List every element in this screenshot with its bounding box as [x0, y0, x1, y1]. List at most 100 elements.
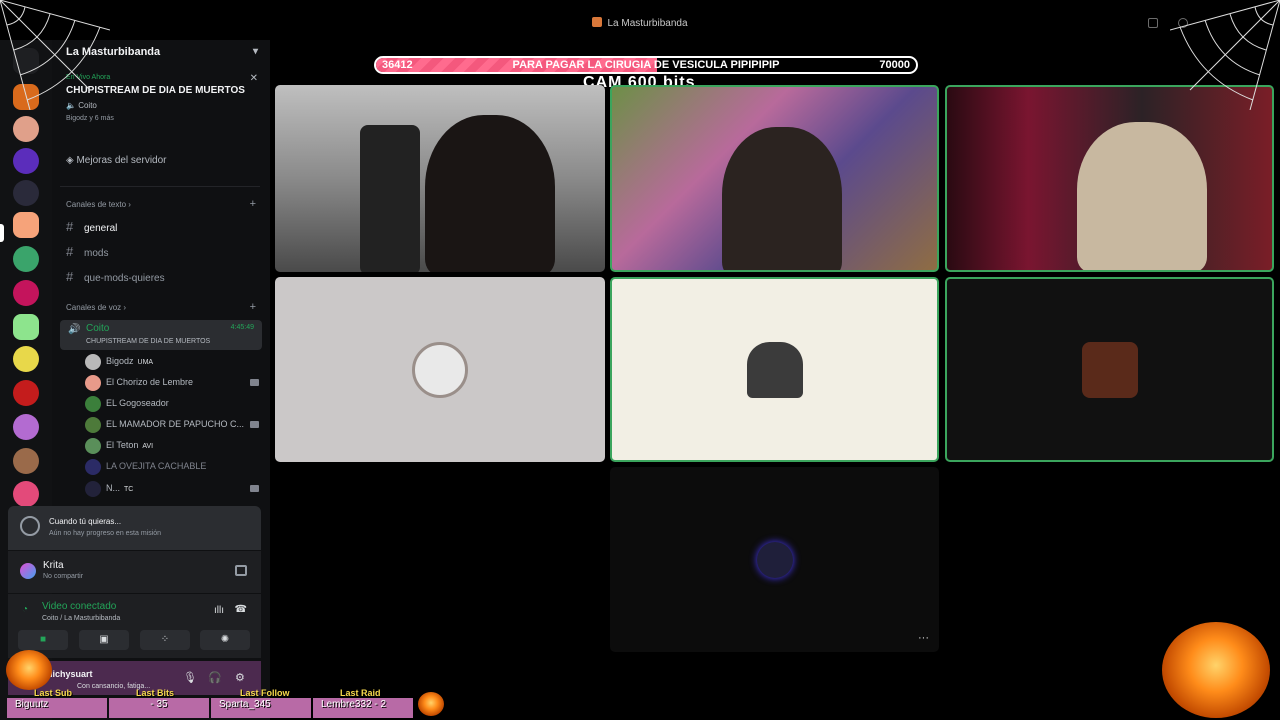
- camera-icon: [250, 379, 259, 386]
- server-icon[interactable]: [13, 280, 39, 306]
- screen-share-button[interactable]: ▣: [79, 630, 129, 650]
- participant-video: [425, 115, 555, 272]
- audio-tile[interactable]: [610, 277, 939, 462]
- headphones-icon[interactable]: 🎧: [208, 671, 222, 684]
- voice-user-name: El Teton AVI: [106, 440, 153, 450]
- noise-suppression-icon[interactable]: ıllı: [214, 605, 224, 616]
- server-icon[interactable]: [13, 148, 39, 174]
- avatar: [85, 459, 101, 475]
- soundboard-button[interactable]: ✺: [200, 630, 250, 650]
- avatar: [85, 354, 101, 370]
- user-name: N...: [106, 483, 121, 493]
- channel-mods[interactable]: # mods: [66, 244, 108, 259]
- channel-que-mods-quieres[interactable]: # que-mods-quieres: [66, 269, 165, 284]
- server-icon[interactable]: [13, 380, 39, 406]
- video-tile[interactable]: [945, 85, 1274, 272]
- voice-user-name: LA OVEJITA CACHABLE: [106, 461, 207, 471]
- camera-icon: [250, 421, 259, 428]
- text-category-label: Canales de texto: [66, 200, 127, 209]
- pumpkin-icon: [6, 650, 52, 690]
- user-badge: UMA: [137, 359, 154, 366]
- krita-icon: [20, 563, 36, 579]
- voice-user-name: N... TC: [106, 483, 133, 493]
- video-tile[interactable]: [610, 85, 939, 272]
- divider: [60, 186, 260, 187]
- pumpkin-icon: [418, 692, 444, 716]
- speaker-icon: 🔊: [68, 324, 81, 335]
- user-avatar: [756, 541, 793, 578]
- channel-general[interactable]: # general: [66, 219, 117, 234]
- text-category[interactable]: Canales de texto ›: [66, 200, 131, 209]
- server-icon[interactable]: [13, 314, 39, 340]
- avatar: [85, 481, 101, 497]
- server-icon[interactable]: [13, 180, 39, 206]
- video-tile[interactable]: [275, 85, 605, 272]
- user-badge: AVI: [142, 443, 154, 450]
- last-sub-value: Biguutz: [7, 698, 107, 718]
- microphone-icon[interactable]: 🎙: [183, 671, 197, 684]
- voice-user[interactable]: El Teton AVI: [85, 437, 265, 455]
- spider-web-icon: [0, 0, 110, 110]
- more-options-icon[interactable]: ···: [918, 632, 929, 644]
- quest-icon: [20, 516, 40, 536]
- settings-gear-icon[interactable]: ⚙: [235, 671, 245, 684]
- voice-connection-panel: ◔ Video conectado Coito / La Masturbiban…: [8, 594, 261, 658]
- server-icon: [592, 17, 603, 27]
- last-follow-label: Last Follow: [240, 688, 290, 698]
- boost-label: Mejoras del servidor: [76, 155, 167, 166]
- activity-panel[interactable]: Krita No compartir: [8, 551, 261, 593]
- server-icon[interactable]: [13, 481, 39, 507]
- voice-user[interactable]: EL MAMADOR DE PAPUCHO C...: [85, 416, 265, 434]
- stream-goal-bar: 36412 PARA PAGAR LA CIRUGIA DE VESICULA …: [374, 56, 918, 74]
- server-icon[interactable]: [13, 116, 39, 142]
- disconnect-icon[interactable]: ☎: [235, 604, 247, 615]
- avatar: [85, 438, 101, 454]
- hash-icon: #: [66, 219, 74, 234]
- audio-tile[interactable]: [275, 277, 605, 462]
- voice-user-name: EL MAMADOR DE PAPUCHO C...: [106, 419, 245, 429]
- boost-icon: ◈: [66, 155, 77, 166]
- camera-button[interactable]: ■: [18, 630, 68, 650]
- voice-user[interactable]: N... TC: [85, 480, 265, 498]
- last-bits-value: - 35: [109, 698, 209, 718]
- channel-name: general: [84, 223, 118, 234]
- server-icon[interactable]: [13, 346, 39, 372]
- username[interactable]: lichysuart: [50, 669, 93, 679]
- voice-location: Coito / La Masturbibanda: [42, 615, 121, 622]
- user-badge: TC: [124, 486, 134, 493]
- quest-panel[interactable]: Cuando tú quieras... Aún no hay progreso…: [8, 506, 261, 550]
- voice-user-name: Bigodz UMA: [106, 356, 153, 366]
- event-users: Bigodz y 6 más: [66, 115, 114, 122]
- voice-category[interactable]: Canales de voz ›: [66, 303, 126, 312]
- microphone-stand: [360, 125, 420, 272]
- close-icon[interactable]: ✕: [250, 73, 258, 84]
- quest-title: Cuando tú quieras...: [49, 517, 122, 526]
- signal-icon: ◔: [22, 604, 29, 615]
- voice-user[interactable]: EL Gogoseador: [85, 395, 265, 413]
- voice-user[interactable]: Bigodz UMA: [85, 353, 265, 371]
- audio-tile[interactable]: [945, 277, 1274, 462]
- add-channel-icon[interactable]: +: [250, 198, 256, 210]
- audio-tile[interactable]: ···: [610, 467, 939, 652]
- server-icon[interactable]: [13, 212, 39, 238]
- voice-channel-coito[interactable]: 🔊 Coito 4:45:49 CHUPISTREAM DE DIA DE MU…: [60, 320, 262, 350]
- voice-user-name: EL Gogoseador: [106, 398, 169, 408]
- chevron-down-icon: ▾: [252, 46, 258, 57]
- voice-user[interactable]: El Chorizo de Lembre: [85, 374, 265, 392]
- inbox-icon[interactable]: [1148, 18, 1158, 28]
- avatar: [85, 396, 101, 412]
- channel-name: que-mods-quieres: [84, 273, 165, 284]
- server-icon[interactable]: [13, 246, 39, 272]
- add-channel-icon[interactable]: +: [250, 301, 256, 313]
- goal-target: 70000: [879, 59, 910, 71]
- user-avatar: [1081, 341, 1138, 398]
- avatar: [85, 417, 101, 433]
- share-screen-icon[interactable]: [235, 565, 247, 576]
- voice-user[interactable]: LA OVEJITA CACHABLE: [85, 458, 265, 476]
- activities-button[interactable]: ⁘: [140, 630, 190, 650]
- last-raid-value: Lembre332 - 2: [313, 698, 413, 718]
- server-boost-item[interactable]: ◈ Mejoras del servidor: [66, 155, 167, 166]
- server-icon[interactable]: [13, 448, 39, 474]
- hash-icon: #: [66, 269, 74, 284]
- server-icon[interactable]: [13, 414, 39, 440]
